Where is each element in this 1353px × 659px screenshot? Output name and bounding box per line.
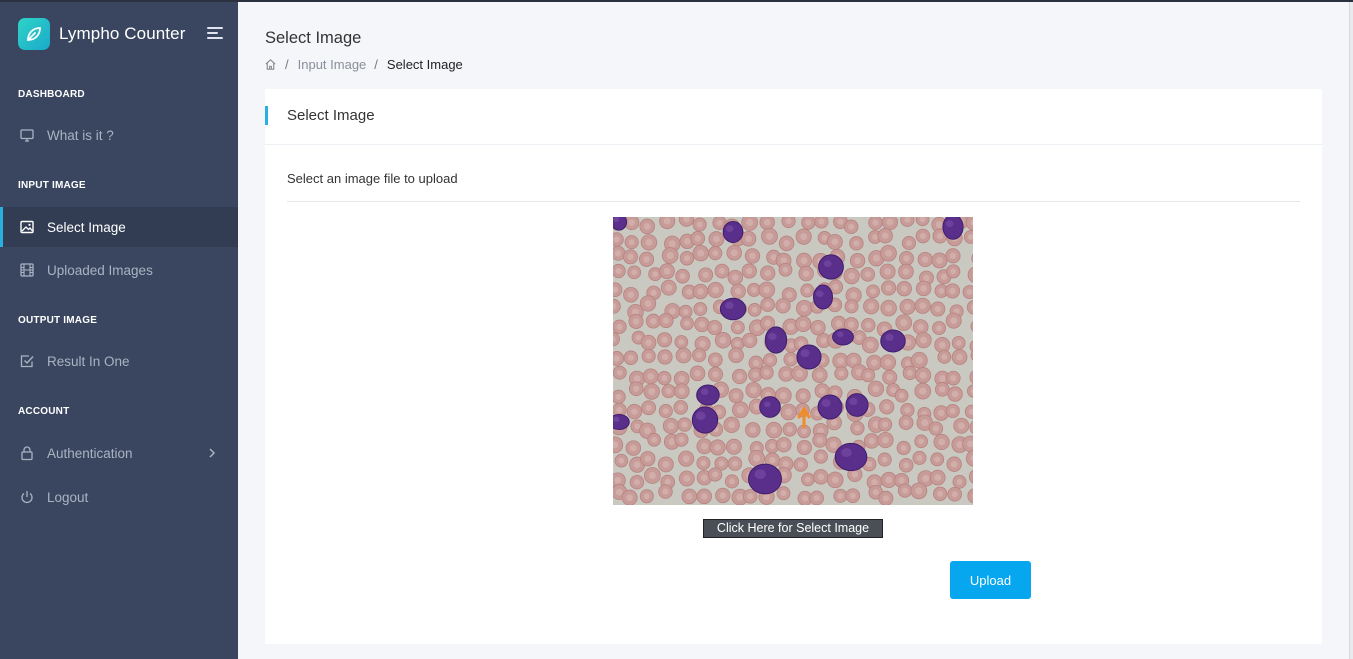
chevron-right-icon xyxy=(209,448,216,458)
window-top-border xyxy=(0,0,1353,2)
power-icon xyxy=(21,491,33,504)
breadcrumb-separator: / xyxy=(285,57,289,72)
sidebar-item-label: Uploaded Images xyxy=(47,262,153,278)
sidebar: Lympho Counter DASHBOARD What is it ? IN… xyxy=(0,0,238,659)
sidebar-item-label: Result In One xyxy=(47,353,130,369)
select-image-button[interactable]: Click Here for Select Image xyxy=(703,519,883,538)
sidebar-item-uploaded-images[interactable]: Uploaded Images xyxy=(0,250,238,290)
breadcrumb-input-image[interactable]: Input Image xyxy=(298,57,367,72)
breadcrumb-select-image: Select Image xyxy=(386,57,463,72)
card-header-accent xyxy=(265,106,268,125)
leaf-icon xyxy=(18,17,50,50)
sidebar-item-label: Authentication xyxy=(47,445,133,461)
section-title-dashboard: DASHBOARD xyxy=(18,89,85,100)
brand[interactable]: Lympho Counter xyxy=(18,17,223,50)
image-icon xyxy=(20,220,34,234)
section-title-input-image: INPUT IMAGE xyxy=(18,180,86,191)
select-image-card: Select Image Select an image file to upl… xyxy=(265,89,1322,644)
breadcrumb: / Input Image / Select Image xyxy=(264,57,463,72)
image-preview xyxy=(613,217,973,505)
film-icon xyxy=(20,263,34,277)
card-title: Select Image xyxy=(287,107,375,124)
sidebar-item-authentication[interactable]: Authentication xyxy=(0,433,238,473)
sidebar-item-label: Logout xyxy=(47,489,89,505)
sidebar-item-label: Select Image xyxy=(47,219,126,235)
app-name: Lympho Counter xyxy=(59,23,186,43)
blood-smear-image xyxy=(613,217,973,505)
card-header: Select Image xyxy=(265,89,1322,145)
upload-button[interactable]: Upload xyxy=(950,561,1031,599)
page-title: Select Image xyxy=(265,29,362,47)
monitor-icon xyxy=(20,129,34,142)
window-scrollbar[interactable] xyxy=(1349,0,1353,659)
sidebar-item-select-image[interactable]: Select Image xyxy=(0,207,238,247)
sidebar-item-label: What is it ? xyxy=(47,127,114,143)
section-title-account: ACCOUNT xyxy=(18,406,70,417)
breadcrumb-separator: / xyxy=(374,57,378,72)
card-subtitle: Select an image file to upload xyxy=(287,171,458,186)
check-square-icon xyxy=(20,355,34,368)
sidebar-item-result-in-one[interactable]: Result In One xyxy=(0,341,238,381)
menu-toggle-icon[interactable] xyxy=(207,27,223,40)
sidebar-item-logout[interactable]: Logout xyxy=(0,477,238,517)
home-icon[interactable] xyxy=(264,58,277,71)
lock-icon xyxy=(21,446,33,461)
section-title-output-image: OUTPUT IMAGE xyxy=(18,315,98,326)
divider xyxy=(287,201,1300,202)
sidebar-item-what-is-it[interactable]: What is it ? xyxy=(0,115,238,155)
